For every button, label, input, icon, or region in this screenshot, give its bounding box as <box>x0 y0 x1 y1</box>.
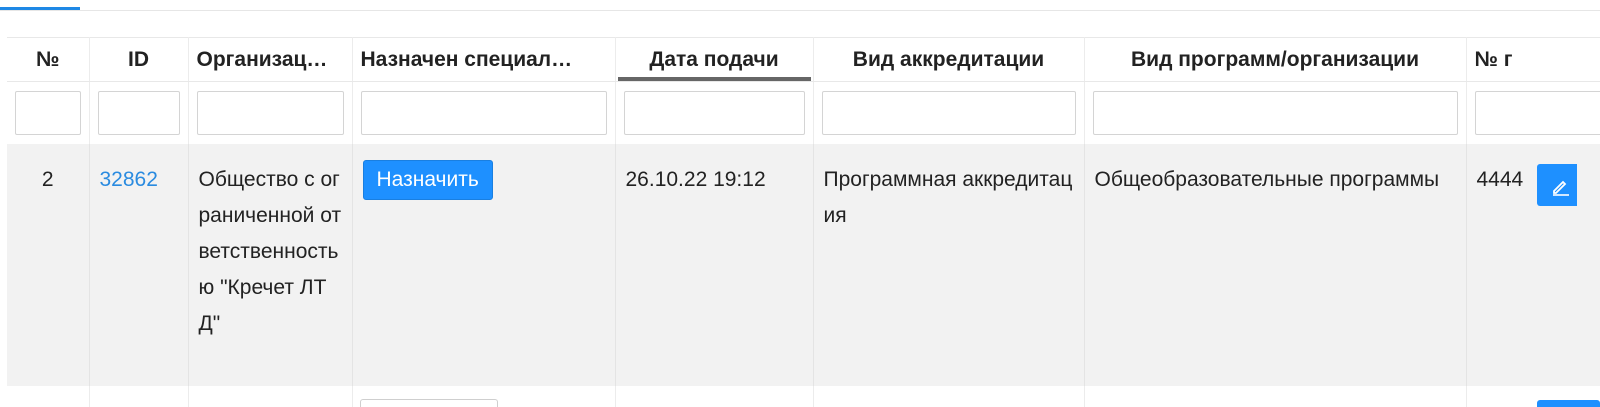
filter-input-number[interactable] <box>15 90 81 135</box>
filter-cell <box>813 81 1085 144</box>
table-row[interactable]: 2 32862 Общество с ограниченной ответств… <box>7 143 1600 386</box>
filter-input-assigned-specialist[interactable] <box>360 90 607 135</box>
edit-button[interactable] <box>1537 164 1577 206</box>
next-row-assign-button[interactable] <box>360 399 498 407</box>
cell-number: 2 <box>7 143 90 386</box>
column-header-accreditation-type[interactable]: Вид аккредитации <box>813 37 1085 82</box>
filter-input-program-type[interactable] <box>1092 90 1458 135</box>
assign-button[interactable]: Назначить <box>362 159 493 200</box>
page: № ID Организац… Назначен специал… Дата п… <box>0 0 1600 407</box>
filter-input-id[interactable] <box>97 90 180 135</box>
filter-cell <box>1084 81 1467 144</box>
cell-assigned-specialist: Назначить <box>352 143 616 386</box>
filter-cell <box>615 81 814 144</box>
filter-cell <box>352 81 616 144</box>
cell-organization: Общество с ограниченной ответственностью… <box>188 143 353 386</box>
cell-accreditation-type: Программная аккредитация <box>813 143 1085 386</box>
column-header-id[interactable]: ID <box>89 37 189 82</box>
applications-table: № ID Организац… Назначен специал… Дата п… <box>7 37 1600 407</box>
filter-row <box>7 81 1600 144</box>
column-header-assigned-specialist[interactable]: Назначен специал… <box>352 37 616 82</box>
filter-input-submission-date[interactable] <box>623 90 805 135</box>
tab-bar <box>0 0 1600 11</box>
cell-id: 32862 <box>89 143 189 386</box>
cell-submission-date: 26.10.22 19:12 <box>615 143 814 386</box>
pencil-icon <box>1553 180 1569 196</box>
column-header-program-type[interactable]: Вид программ/организации <box>1084 37 1467 82</box>
column-header-reg-number[interactable]: № г <box>1466 37 1600 82</box>
filter-input-organization[interactable] <box>196 90 344 135</box>
filter-input-reg-number[interactable] <box>1474 90 1600 135</box>
table-row-next <box>7 385 1600 407</box>
column-header-organization[interactable]: Организац… <box>188 37 353 82</box>
filter-cell <box>7 81 90 144</box>
cell-program-type: Общеобразовательные программы <box>1084 143 1467 386</box>
column-header-number[interactable]: № <box>7 37 90 82</box>
header-row: № ID Организац… Назначен специал… Дата п… <box>7 37 1600 82</box>
applications-grid: № ID Организац… Назначен специал… Дата п… <box>7 37 1600 407</box>
next-row-edit-button[interactable] <box>1537 400 1600 407</box>
filter-cell <box>89 81 189 144</box>
application-id-link[interactable]: 32862 <box>100 168 158 191</box>
active-tab-indicator <box>0 7 80 10</box>
filter-cell <box>188 81 353 144</box>
filter-input-accreditation-type[interactable] <box>821 90 1076 135</box>
cell-reg-number: 4444 <box>1466 143 1600 386</box>
column-header-submission-date[interactable]: Дата подачи <box>615 37 814 82</box>
filter-cell <box>1466 81 1600 144</box>
